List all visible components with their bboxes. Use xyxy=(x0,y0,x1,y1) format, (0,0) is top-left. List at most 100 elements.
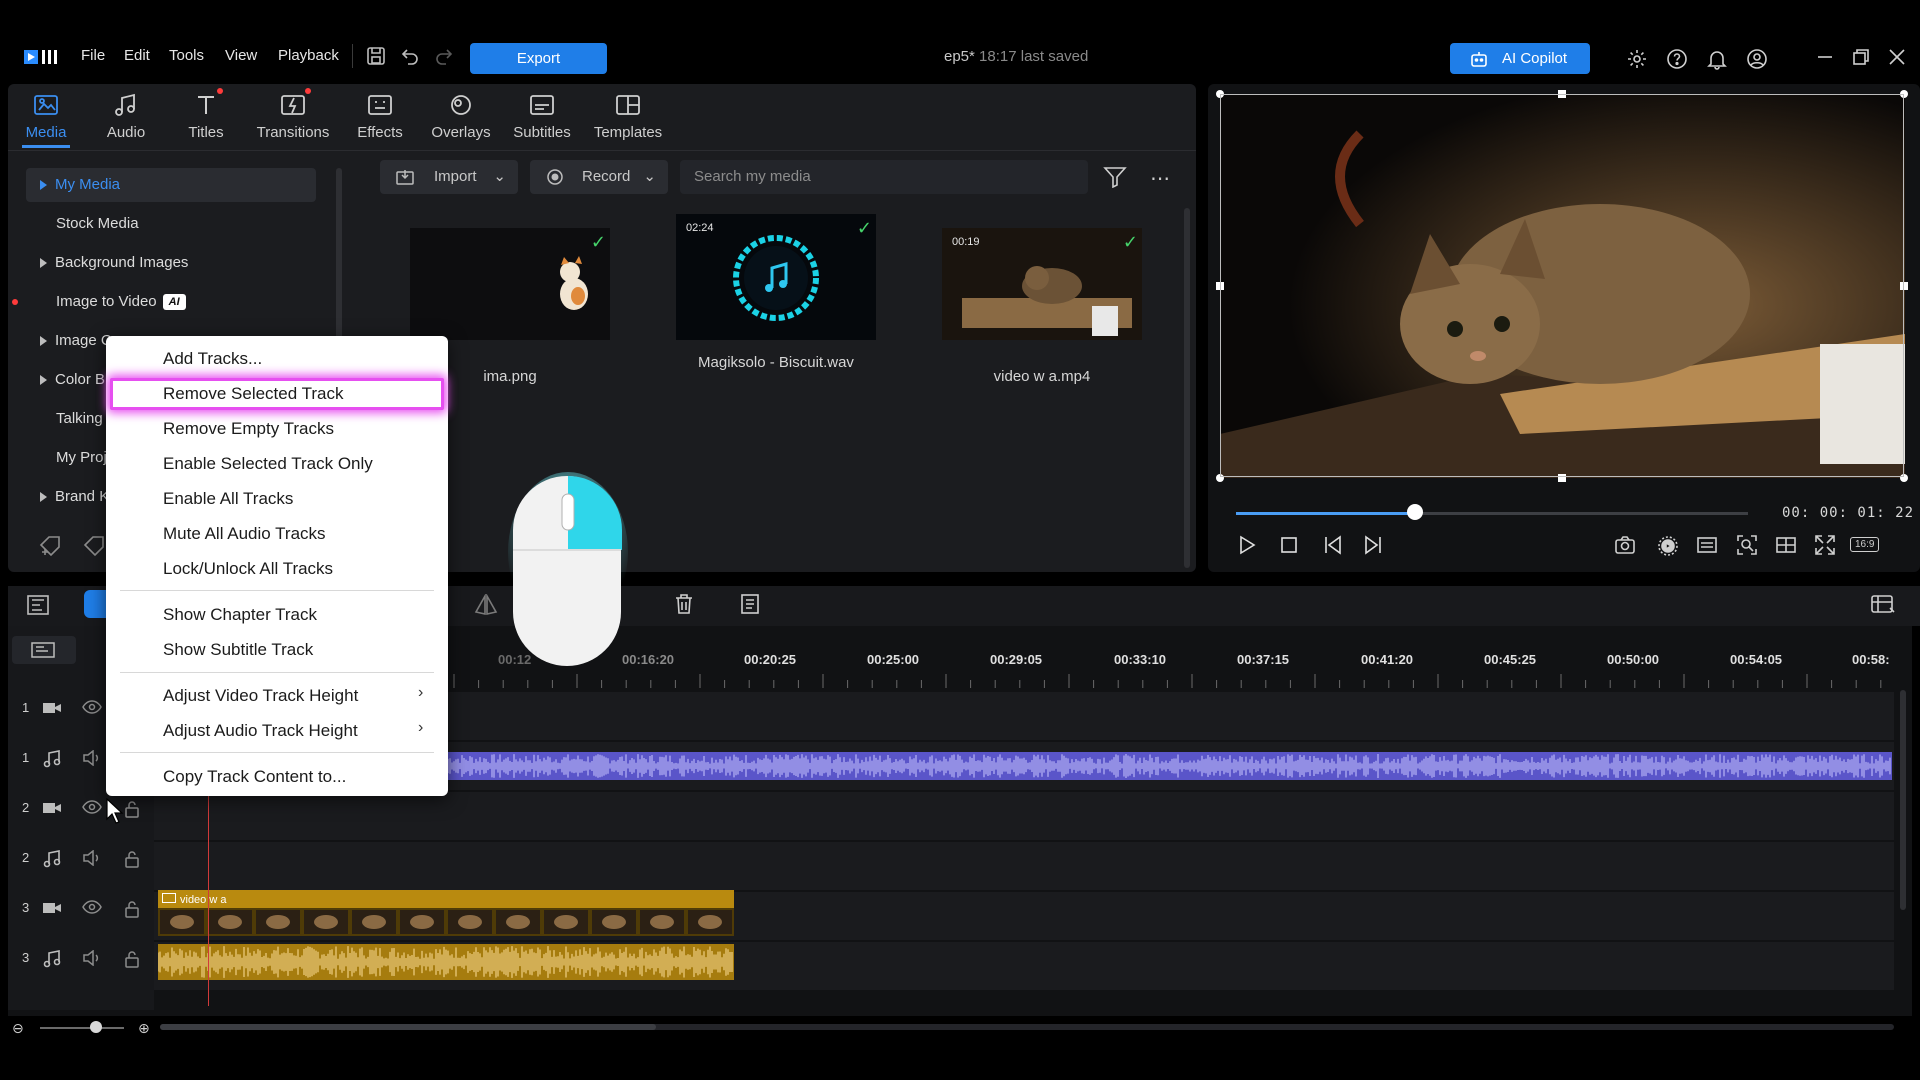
help-icon[interactable] xyxy=(1666,48,1688,70)
timeline-settings-icon[interactable] xyxy=(26,594,50,616)
visibility-eye-icon[interactable] xyxy=(82,800,102,814)
mute-speaker-icon[interactable] xyxy=(82,750,102,766)
lock-icon[interactable] xyxy=(124,850,140,868)
chapter-marker-icon[interactable] xyxy=(738,592,762,616)
tree-stock-media[interactable]: Stock Media xyxy=(26,207,316,241)
menu-view[interactable]: View xyxy=(225,47,257,64)
import-button[interactable]: Import ⌄ xyxy=(380,160,518,194)
tab-titles[interactable]: Titles xyxy=(174,92,238,148)
timeline-view-icon[interactable] xyxy=(1870,592,1896,616)
aspect-ratio-button[interactable]: 16:9 xyxy=(1850,534,1890,558)
resize-handle[interactable] xyxy=(1216,90,1224,98)
snapshot-camera-icon[interactable] xyxy=(1614,534,1638,558)
search-media-input[interactable]: Search my media xyxy=(680,160,1088,194)
menu-adjust-video-track-height[interactable]: Adjust Video Track Height xyxy=(163,686,358,706)
menu-add-tracks[interactable]: Add Tracks... xyxy=(163,349,262,369)
close-icon[interactable] xyxy=(1888,48,1910,70)
delete-trash-icon[interactable] xyxy=(672,592,696,616)
export-button[interactable]: Export xyxy=(470,43,607,74)
resize-handle[interactable] xyxy=(1900,474,1908,482)
lock-icon[interactable] xyxy=(124,800,140,818)
tree-image-to-video[interactable]: Image to Video AI xyxy=(26,285,316,319)
video-clip[interactable] xyxy=(158,890,734,936)
media-item-biscuit[interactable]: 02:24 ✓ Magiksolo - Biscuit.wav xyxy=(676,214,876,371)
subtitle-toggle-icon[interactable] xyxy=(1696,534,1720,558)
tab-overlays[interactable]: Overlays xyxy=(426,92,496,148)
resize-handle[interactable] xyxy=(1900,282,1908,290)
zoom-slider-handle[interactable] xyxy=(90,1021,102,1033)
next-frame-icon[interactable] xyxy=(1362,534,1386,558)
track-row-video-2[interactable] xyxy=(154,792,1894,840)
tab-effects[interactable]: Effects xyxy=(348,92,412,148)
stop-icon[interactable] xyxy=(1278,534,1302,558)
redo-icon[interactable] xyxy=(434,46,456,66)
lock-icon[interactable] xyxy=(124,900,140,918)
play-icon[interactable] xyxy=(1236,534,1260,558)
menu-mute-all-audio-tracks[interactable]: Mute All Audio Tracks xyxy=(163,524,326,544)
media-scrollbar[interactable] xyxy=(1184,208,1190,568)
add-tag-icon[interactable] xyxy=(38,534,64,556)
menu-show-subtitle-track[interactable]: Show Subtitle Track xyxy=(163,640,313,660)
tag-icon[interactable] xyxy=(82,534,108,556)
menu-lock-unlock-all-tracks[interactable]: Lock/Unlock All Tracks xyxy=(163,559,333,579)
visibility-eye-icon[interactable] xyxy=(82,900,102,914)
zoom-out-icon[interactable]: ⊖ xyxy=(12,1020,24,1037)
tool-mode-button[interactable] xyxy=(84,590,108,618)
tab-audio[interactable]: Audio xyxy=(94,92,158,148)
menu-enable-all-tracks[interactable]: Enable All Tracks xyxy=(163,489,293,509)
tab-media[interactable]: Media xyxy=(14,92,78,148)
menu-enable-selected-track-only[interactable]: Enable Selected Track Only xyxy=(163,454,373,474)
tab-transitions[interactable]: Transitions xyxy=(254,92,332,148)
save-icon[interactable] xyxy=(366,46,388,66)
filter-icon[interactable] xyxy=(1103,166,1127,188)
undo-icon[interactable] xyxy=(400,46,422,66)
ai-copilot-button[interactable]: AI Copilot xyxy=(1450,43,1590,74)
video-clip-audio[interactable] xyxy=(158,944,734,980)
mute-speaker-icon[interactable] xyxy=(82,850,102,866)
tree-my-media[interactable]: My Media xyxy=(26,168,316,202)
record-button[interactable]: Record ⌄ xyxy=(530,160,668,194)
menu-tools[interactable]: Tools xyxy=(169,47,204,64)
more-options-icon[interactable]: ⋯ xyxy=(1150,166,1170,191)
menu-playback[interactable]: Playback xyxy=(278,47,339,64)
menu-edit[interactable]: Edit xyxy=(124,47,150,64)
visibility-eye-icon[interactable] xyxy=(82,700,102,714)
menu-remove-empty-tracks[interactable]: Remove Empty Tracks xyxy=(163,419,334,439)
tab-templates[interactable]: Templates xyxy=(588,92,668,148)
flip-icon[interactable] xyxy=(474,594,498,616)
render-preview-icon[interactable] xyxy=(1656,534,1680,558)
layout-icon[interactable] xyxy=(1775,534,1799,558)
menu-remove-selected-track[interactable]: Remove Selected Track xyxy=(163,384,343,404)
previous-frame-icon[interactable] xyxy=(1322,534,1346,558)
track-row-audio-2[interactable] xyxy=(154,842,1894,890)
lock-icon[interactable] xyxy=(124,950,140,968)
menu-file[interactable]: File xyxy=(81,47,105,64)
resize-handle[interactable] xyxy=(1558,90,1566,98)
resize-handle[interactable] xyxy=(1900,90,1908,98)
minimize-icon[interactable] xyxy=(1816,48,1838,70)
restore-icon[interactable] xyxy=(1852,48,1874,70)
timeline-vertical-scrollbar[interactable] xyxy=(1900,690,1906,910)
resize-handle[interactable] xyxy=(1558,474,1566,482)
menu-copy-track-content-to[interactable]: Copy Track Content to... xyxy=(163,767,346,787)
tree-background-images[interactable]: Background Images xyxy=(26,246,316,280)
zoom-slider-track[interactable] xyxy=(40,1027,124,1029)
menu-show-chapter-track[interactable]: Show Chapter Track xyxy=(163,605,317,625)
notification-bell-icon[interactable] xyxy=(1706,48,1728,70)
settings-gear-icon[interactable] xyxy=(1626,48,1648,70)
resize-handle[interactable] xyxy=(1216,282,1224,290)
menu-adjust-audio-track-height[interactable]: Adjust Audio Track Height xyxy=(163,721,358,741)
timeline-scroll-thumb[interactable] xyxy=(160,1024,656,1030)
zoom-fit-icon[interactable] xyxy=(1736,534,1760,558)
add-track-button[interactable] xyxy=(12,636,76,664)
audio-clip-biscuit[interactable] xyxy=(448,752,1892,780)
resize-handle[interactable] xyxy=(1216,474,1224,482)
audio-ring-icon xyxy=(733,235,819,321)
media-item-video[interactable]: 00:19 ✓ video w a.mp4 xyxy=(942,228,1142,385)
mute-speaker-icon[interactable] xyxy=(82,950,102,966)
tab-subtitles[interactable]: Subtitles xyxy=(508,92,576,148)
fullscreen-icon[interactable] xyxy=(1814,534,1838,558)
zoom-in-icon[interactable]: ⊕ xyxy=(138,1020,150,1037)
preview-video-frame[interactable] xyxy=(1220,94,1905,478)
account-icon[interactable] xyxy=(1746,48,1768,70)
